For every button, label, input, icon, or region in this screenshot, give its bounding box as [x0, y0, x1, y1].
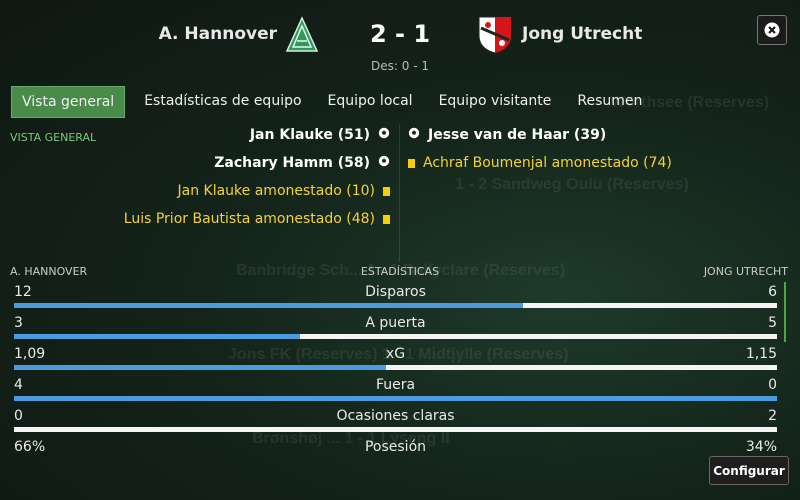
- event-text: Luis Prior Bautista amonestado (48): [123, 211, 375, 227]
- stat-name: Fuera: [375, 377, 416, 393]
- home-event-yellow-card[interactable]: Luis Prior Bautista amonestado (48): [124, 209, 390, 229]
- stats-away-label: JONG UTRECHT: [703, 265, 788, 278]
- stat-away-value: 2: [768, 408, 777, 424]
- ball-icon: [378, 155, 390, 171]
- stat-bar: [14, 303, 777, 308]
- background-row: 1 - 2 Sandweg Oulu (Reserves): [455, 176, 689, 193]
- tab-equipo-visitante[interactable]: Equipo visitante: [432, 86, 559, 116]
- stat-name: Ocasiones claras: [336, 408, 455, 424]
- match-header: A. Hannover 2 - 1 Jong Utrecht Des: 0 - …: [0, 0, 800, 84]
- stat-bar: [14, 365, 777, 370]
- stat-row: 1,09 xG 1,15: [14, 346, 777, 376]
- event-text: Jan Klauke (51): [249, 127, 370, 143]
- stat-bar: [14, 427, 777, 432]
- yellow-card-icon: [383, 214, 390, 224]
- tab-bar: Vista general Estadísticas de equipo Equ…: [11, 86, 661, 118]
- stat-name: xG: [385, 346, 406, 362]
- stat-bar: [14, 396, 777, 401]
- tab-resumen[interactable]: Resumen: [570, 86, 649, 116]
- tab-estadisticas-equipo[interactable]: Estadísticas de equipo: [137, 86, 308, 116]
- stat-name: A puerta: [365, 315, 426, 331]
- stat-bar-fill: [14, 396, 777, 401]
- stat-bar-fill: [14, 334, 301, 339]
- away-event-yellow-card[interactable]: Achraf Boumenjal amonestado (74): [408, 153, 672, 173]
- stat-row: 12 Disparos 6: [14, 284, 777, 314]
- stat-bar-fill: [14, 365, 386, 370]
- ball-icon: [378, 127, 390, 143]
- stat-row: 4 Fuera 0: [14, 377, 777, 407]
- event-text: Zachary Hamm (58): [214, 155, 370, 171]
- event-text: Jesse van de Haar (39): [428, 127, 607, 143]
- tab-equipo-local[interactable]: Equipo local: [321, 86, 420, 116]
- event-text: Jan Klauke amonestado (10): [177, 183, 376, 199]
- stat-away-value: 1,15: [745, 346, 777, 362]
- home-event-goal[interactable]: Zachary Hamm (58): [214, 153, 390, 173]
- stat-row: 3 A puerta 5: [14, 315, 777, 345]
- home-event-goal[interactable]: Jan Klauke (51): [250, 125, 390, 145]
- close-icon: [764, 22, 780, 38]
- yellow-card-icon: [408, 158, 415, 168]
- stats-title: ESTADÍSTICAS: [360, 265, 440, 278]
- stat-bar: [14, 334, 777, 339]
- stat-away-value: 0: [768, 377, 777, 393]
- stat-row: 0 Ocasiones claras 2: [14, 408, 777, 438]
- section-label: VISTA GENERAL: [10, 131, 97, 144]
- stat-away-value: 34%: [745, 439, 777, 455]
- match-score: 2 - 1: [369, 20, 431, 48]
- home-event-yellow-card[interactable]: Jan Klauke amonestado (10): [177, 181, 390, 201]
- away-team-name[interactable]: Jong Utrecht: [522, 24, 642, 44]
- events-divider: [399, 124, 400, 262]
- halftime-score: Des: 0 - 1: [371, 59, 429, 73]
- away-team-logo-icon[interactable]: [475, 14, 515, 54]
- configure-button[interactable]: Configurar: [709, 456, 789, 485]
- away-event-goal[interactable]: Jesse van de Haar (39): [408, 125, 606, 145]
- stat-name: Posesión: [364, 439, 427, 455]
- stat-away-value: 5: [768, 315, 777, 331]
- close-button[interactable]: [757, 15, 787, 45]
- tab-vista-general[interactable]: Vista general: [11, 86, 126, 118]
- stat-away-value: 6: [768, 284, 777, 300]
- event-text: Achraf Boumenjal amonestado (74): [423, 155, 672, 171]
- scroll-indicator[interactable]: [784, 282, 786, 342]
- stat-name: Disparos: [365, 284, 426, 300]
- stat-row: 66% Posesión 34%: [14, 439, 777, 469]
- ball-icon: [408, 127, 420, 143]
- yellow-card-icon: [383, 186, 390, 196]
- stat-bar-fill: [14, 303, 523, 308]
